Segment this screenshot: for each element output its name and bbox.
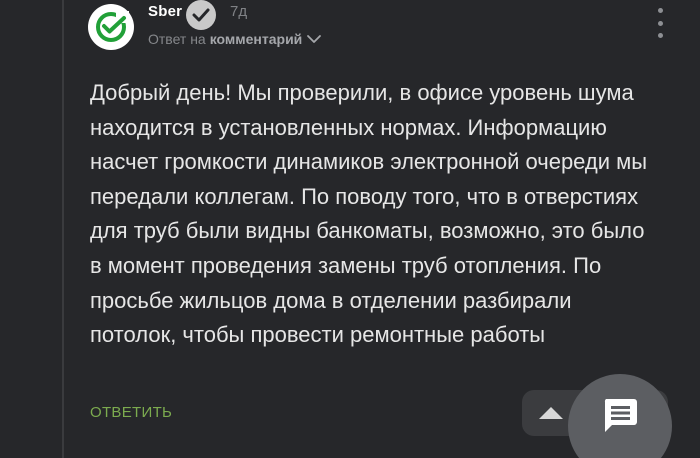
reply-to-prefix: Ответ на	[148, 31, 206, 47]
chevron-down-icon[interactable]	[306, 34, 322, 44]
reply-to-target[interactable]: комментарий	[210, 31, 303, 47]
thread-line	[62, 0, 64, 458]
add-comment-button[interactable]	[568, 374, 672, 458]
comment-page: Sber 7д Ответ на комментарий Добрый день…	[0, 0, 700, 458]
sber-logo-icon	[96, 11, 129, 42]
verified-check-icon	[186, 0, 216, 30]
reply-button[interactable]: ОТВЕТИТЬ	[90, 404, 172, 421]
comment-text: Добрый день! Мы проверили, в офисе урове…	[90, 80, 648, 348]
chevron-up-icon	[539, 407, 563, 419]
author-name[interactable]: Sber	[148, 3, 182, 20]
comment-icon	[604, 399, 637, 432]
more-vertical-icon[interactable]	[650, 8, 670, 38]
comment-time: 7д	[230, 3, 248, 20]
avatar[interactable]	[88, 4, 134, 50]
reply-to-link[interactable]: Ответ на комментарий	[148, 31, 322, 47]
